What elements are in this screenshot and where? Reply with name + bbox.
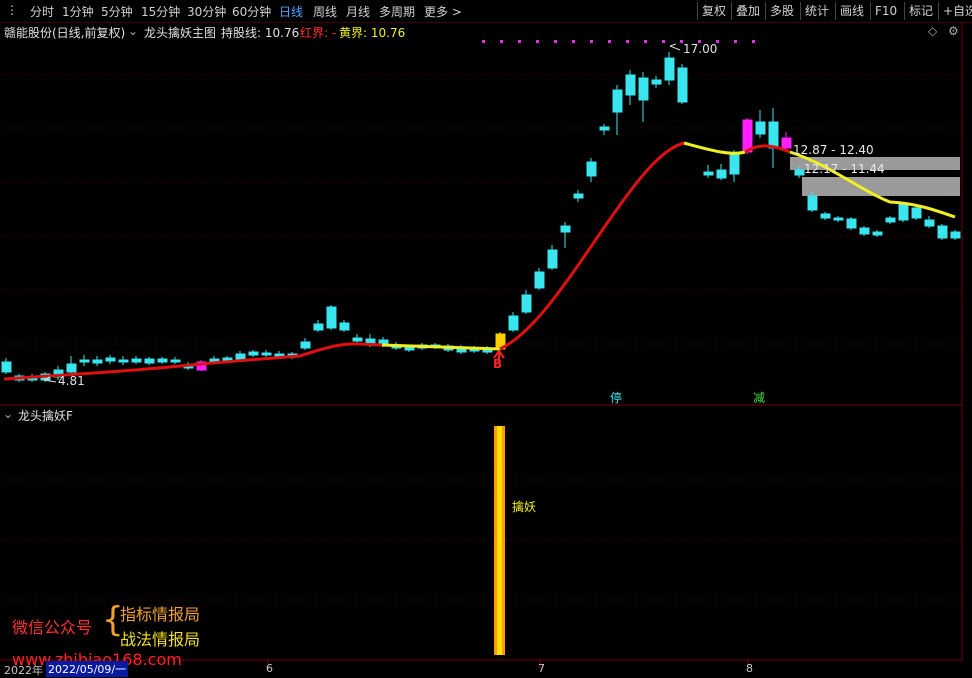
watermark-name1: 指标情报局: [120, 605, 201, 624]
candle-body: [326, 306, 337, 329]
candle-body: [911, 207, 922, 219]
high-price-label: 17.00: [683, 42, 718, 56]
candle-body: [105, 357, 116, 362]
candle-body: [755, 121, 766, 135]
candle-body: [924, 219, 935, 227]
limit-tag: 停: [610, 391, 623, 405]
reduce-tag: 减: [753, 391, 766, 405]
zone2-box: [802, 177, 960, 196]
chart-frame: [0, 22, 963, 661]
candle-body: [300, 341, 311, 349]
candle-body: [131, 358, 142, 363]
month-label-7: 7: [538, 662, 545, 675]
candle-body: [638, 77, 649, 101]
low-price-label: 4.81: [58, 374, 85, 388]
signal-dot: [572, 40, 575, 43]
candle-body: [547, 249, 558, 269]
signal-dot: [536, 40, 539, 43]
month-label-8: 8: [746, 662, 753, 675]
candle-body: [820, 213, 831, 219]
watermark-name2: 战法情报局: [120, 630, 201, 649]
signal-label: 擒妖: [512, 500, 537, 514]
candle-body: [716, 169, 727, 179]
candle-body: [742, 119, 753, 153]
candle-body: [170, 359, 181, 363]
candle-body: [79, 359, 90, 363]
watermark-wechat: 微信公众号: [12, 618, 93, 637]
cursor-date-box: 2022/05/09/一: [46, 661, 129, 677]
zone1-label: 12.87 - 12.40: [793, 143, 874, 157]
candle-body: [833, 217, 844, 221]
chevron-down-icon[interactable]: ⌄: [3, 407, 13, 421]
candle-body: [729, 153, 740, 175]
candle-body: [807, 195, 818, 211]
candle-body: [261, 352, 272, 356]
kline-chart: [0, 22, 963, 668]
sub-indicator-title[interactable]: 龙头擒妖F: [18, 407, 73, 424]
candle-body: [885, 217, 896, 223]
candle-body: [118, 359, 129, 363]
signal-bar: [494, 426, 505, 655]
signal-dot: [554, 40, 557, 43]
signal-dot: [482, 40, 485, 43]
price-pointer-high: [669, 43, 681, 51]
candle-body: [846, 218, 857, 229]
hold-line-yellow-2: [683, 141, 746, 155]
candle-body: [352, 337, 363, 342]
candle-body: [560, 225, 571, 233]
signal-dot: [644, 40, 647, 43]
candle-body: [677, 67, 688, 103]
candle-body: [157, 358, 168, 363]
month-label-6: 6: [266, 662, 273, 675]
candle-body: [625, 74, 636, 96]
candle-body: [599, 126, 610, 131]
signal-dot: [734, 40, 737, 43]
buy-marker: B: [493, 357, 503, 371]
candle-body: [144, 358, 155, 364]
candle-body: [768, 121, 779, 149]
candle-body: [612, 89, 623, 113]
signal-dot: [590, 40, 593, 43]
candle-body: [664, 57, 675, 81]
candlesticks: [1, 52, 961, 382]
year-label: 2022年: [4, 664, 43, 677]
signal-dot: [752, 40, 755, 43]
candle-body: [92, 359, 103, 364]
candle-body: [586, 161, 597, 177]
signal-dot: [518, 40, 521, 43]
candle-body: [313, 323, 324, 331]
candle-body: [1, 361, 12, 373]
zone2-label: 12.17 - 11.44: [804, 162, 885, 176]
candle-body: [651, 79, 662, 85]
candle-body: [703, 171, 714, 176]
candle-body: [534, 271, 545, 289]
signal-dot: [500, 40, 503, 43]
candle-body: [781, 137, 792, 149]
candle-body: [521, 294, 532, 313]
candle-body: [794, 169, 805, 176]
candle-body: [898, 203, 909, 221]
signal-dot: [608, 40, 611, 43]
candle-body: [937, 225, 948, 239]
candle-body: [66, 363, 77, 373]
candle-body: [248, 351, 259, 356]
signal-dot: [662, 40, 665, 43]
candle-body: [339, 322, 350, 331]
candle-body: [859, 227, 870, 235]
candle-body: [872, 231, 883, 236]
candle-body: [573, 193, 584, 199]
candle-body: [950, 231, 961, 239]
candle-body: [508, 315, 519, 331]
signal-dot: [626, 40, 629, 43]
